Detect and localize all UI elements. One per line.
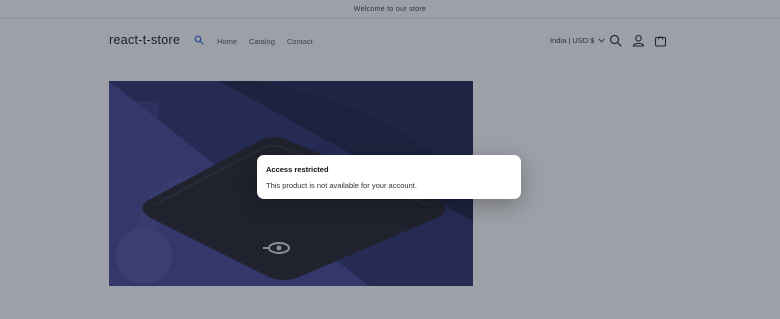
dialog-title: Access restricted (266, 165, 329, 174)
access-restricted-dialog: Access restricted This product is not av… (257, 155, 521, 199)
dialog-message: This product is not available for your a… (266, 181, 417, 190)
